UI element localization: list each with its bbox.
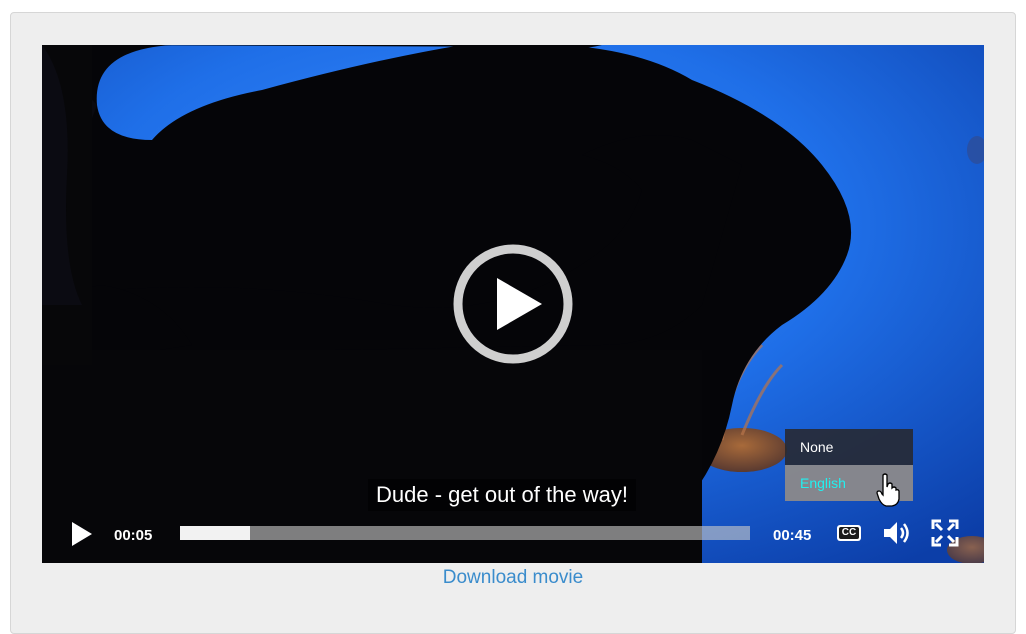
video-player[interactable]: Dude - get out of the way! None English … xyxy=(42,45,984,563)
fullscreen-icon[interactable] xyxy=(931,519,959,547)
current-time: 00:05 xyxy=(114,527,153,544)
captions-option-none[interactable]: None xyxy=(785,429,913,465)
hand-cursor-icon xyxy=(876,473,900,507)
progress-played xyxy=(180,526,251,540)
play-icon[interactable] xyxy=(70,521,94,547)
cc-button[interactable]: CC xyxy=(836,524,862,542)
volume-icon[interactable] xyxy=(882,520,912,546)
big-play-icon[interactable] xyxy=(453,244,573,364)
progress-bar[interactable] xyxy=(180,526,750,540)
subtitle-text: Dude - get out of the way! xyxy=(368,479,636,511)
control-bar: 00:05 00:45 CC xyxy=(42,509,984,563)
cc-label: CC xyxy=(841,527,857,538)
duration-time: 00:45 xyxy=(773,527,812,544)
download-movie-link[interactable]: Download movie xyxy=(0,565,1026,591)
